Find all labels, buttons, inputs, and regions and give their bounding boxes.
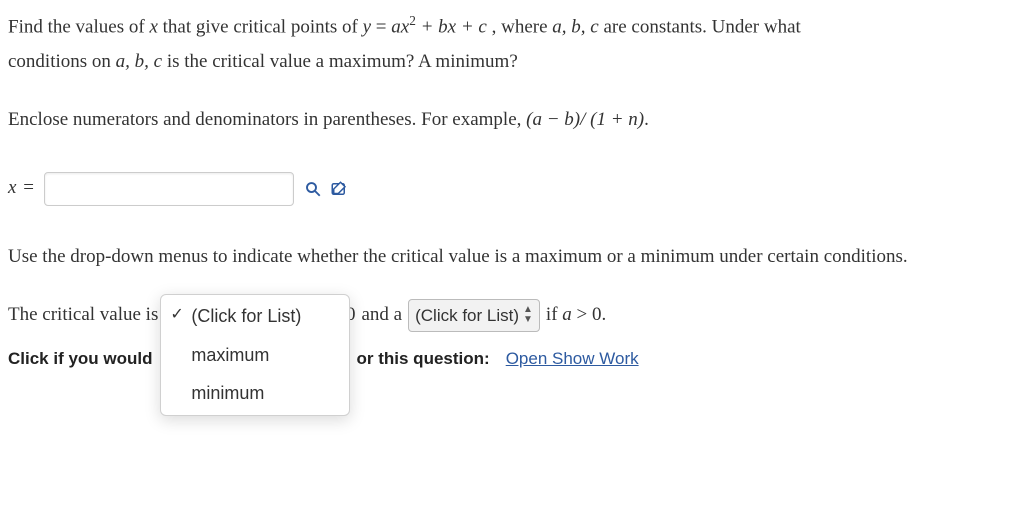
paren-instruction: Enclose numerators and denominators in p…: [8, 105, 1014, 135]
dropdown-option-placeholder[interactable]: (Click for List): [161, 297, 349, 336]
example-expr: (a − b)/ (1 + n): [526, 109, 644, 130]
dropdown-2-label: (Click for List): [415, 302, 519, 329]
text: Find the values of: [8, 16, 149, 37]
input-label: x =: [8, 173, 34, 203]
equals: =: [18, 177, 33, 198]
gt-zero: > 0: [572, 304, 602, 325]
x-value-input[interactable]: [44, 172, 294, 206]
dropdown-1-menu: (Click for List) maximum minimum: [160, 294, 350, 416]
question-text-line2: conditions on a, b, c is the critical va…: [8, 47, 1014, 77]
term-ax: ax: [391, 16, 409, 37]
text: Enclose numerators and denominators in p…: [8, 109, 526, 130]
question-text-line1: Find the values of x that give critical …: [8, 10, 1014, 43]
var-x: x: [8, 177, 18, 198]
text-if: if: [546, 304, 562, 325]
vars-abc: a, b, c: [552, 16, 598, 37]
dropdown-option-minimum[interactable]: minimum: [161, 374, 349, 413]
open-show-work-link[interactable]: Open Show Work: [506, 345, 639, 372]
footer-left-text: Click if you would: [8, 345, 153, 372]
footer-right-text: or this question:: [357, 345, 490, 372]
dropdown-1-container: (Click for List) maximum minimum (Click …: [164, 298, 286, 333]
edit-icon[interactable]: [330, 180, 348, 198]
dropdown-option-maximum[interactable]: maximum: [161, 336, 349, 375]
cond2: if a > 0.: [546, 300, 606, 330]
term-rest: + bx + c: [416, 16, 492, 37]
exponent-2: 2: [409, 13, 416, 28]
var-a: a: [562, 304, 572, 325]
text: that give critical points of: [158, 16, 363, 37]
period: .: [602, 304, 607, 325]
var-y: y: [363, 16, 371, 37]
footer-row: Click if you would or this question: Ope…: [8, 345, 1014, 372]
dropdown-instruction: Use the drop-down menus to indicate whet…: [8, 242, 1014, 272]
equals: =: [371, 16, 391, 37]
text: .: [644, 109, 649, 130]
vars-abc: a, b, c: [116, 51, 162, 72]
text: is the critical value a maximum? A minim…: [162, 51, 518, 72]
text: are constants. Under what: [599, 16, 801, 37]
text: conditions on: [8, 51, 116, 72]
answer-input-row: x =: [8, 172, 1014, 206]
text: , where: [492, 16, 553, 37]
search-icon[interactable]: [304, 180, 322, 198]
var-x: x: [149, 16, 157, 37]
chevron-updown-icon: ▲▼: [523, 305, 533, 325]
answer-sentence: The critical value is (Click for List) m…: [8, 298, 1014, 333]
text: The critical value is: [8, 300, 158, 330]
text-and-a: and a: [361, 300, 402, 330]
dropdown-2[interactable]: (Click for List) ▲▼: [408, 299, 540, 332]
